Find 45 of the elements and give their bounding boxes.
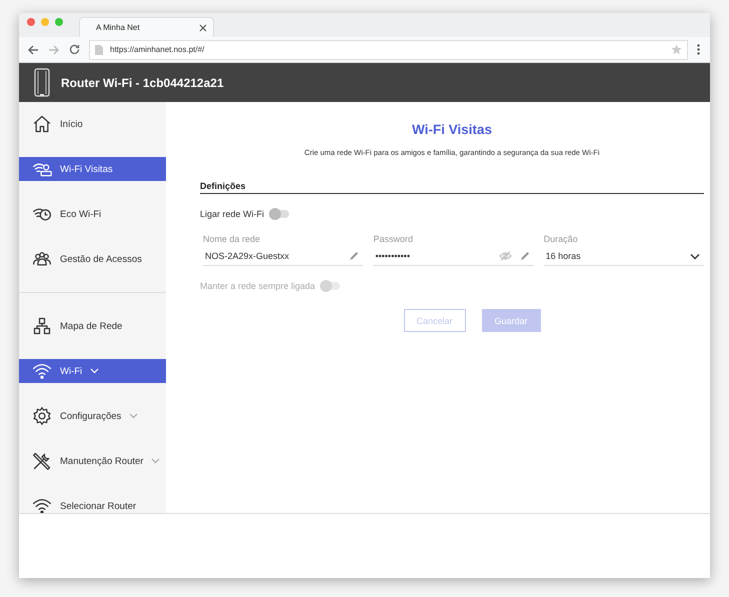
reload-icon[interactable] xyxy=(69,44,80,55)
network-name-field[interactable]: NOS-2A29x-Guestxx xyxy=(203,247,364,266)
header-title: Router Wi-Fi - 1cb044212a21 xyxy=(61,76,224,90)
sidebar-item[interactable]: Início xyxy=(19,112,166,136)
field-label: Password xyxy=(373,234,414,244)
home-icon xyxy=(32,114,52,134)
sidebar-item[interactable]: Configurações xyxy=(19,404,166,428)
forward-icon[interactable] xyxy=(48,44,60,54)
duration-dropdown[interactable]: 16 horas xyxy=(544,247,704,266)
page-title: Wi-Fi Visitas xyxy=(411,122,493,137)
sidebar-item[interactable]: Mapa de Rede xyxy=(19,314,166,338)
back-icon[interactable] xyxy=(27,44,39,54)
sidebar-item[interactable]: Selecionar Router xyxy=(19,494,166,513)
toggle-label: Ligar rede Wi-Fi xyxy=(200,209,264,219)
hidden-eye-icon[interactable] xyxy=(498,251,512,261)
bookmark-star-icon[interactable] xyxy=(671,44,682,55)
address-bar[interactable]: https://aminhanet.nos.pt/#/ xyxy=(89,40,688,60)
minimize-window-icon[interactable] xyxy=(41,18,49,26)
tab-title: A Minha Net xyxy=(96,23,140,32)
sidebar-item[interactable]: Wi-Fi Visitas xyxy=(19,157,166,181)
sidebar-item[interactable]: Manutenção Router xyxy=(19,449,166,473)
wifi-icon xyxy=(32,361,52,381)
page-icon xyxy=(95,44,103,54)
section-heading: Definições xyxy=(200,181,704,194)
field-label: Nome da rede xyxy=(203,234,262,244)
tools-icon xyxy=(32,451,52,471)
browser-tab[interactable]: A Minha Net xyxy=(79,17,214,37)
sidebar-item[interactable]: Gestão de Acessos xyxy=(19,247,166,271)
sidebar-item[interactable]: Wi-Fi xyxy=(19,359,166,383)
network-map-icon xyxy=(32,316,52,336)
password-field[interactable]: ••••••••••• xyxy=(373,247,534,266)
maximize-window-icon[interactable] xyxy=(55,18,63,26)
close-tab-icon[interactable] xyxy=(199,24,207,32)
settings-icon xyxy=(32,406,52,426)
wifi-icon xyxy=(32,496,52,513)
menu-icon[interactable] xyxy=(697,44,700,55)
wifi-toggle[interactable] xyxy=(269,210,290,218)
pencil-icon[interactable] xyxy=(349,251,360,261)
chevron-down-icon xyxy=(690,252,700,260)
toggle-label: Manter a rede sempre ligada xyxy=(200,281,316,291)
field-label: Duração xyxy=(544,234,579,244)
sidebar-item[interactable]: Eco Wi-Fi xyxy=(19,202,166,226)
close-window-icon[interactable] xyxy=(27,18,35,26)
pencil-icon[interactable] xyxy=(520,251,530,261)
router-icon xyxy=(34,68,50,98)
